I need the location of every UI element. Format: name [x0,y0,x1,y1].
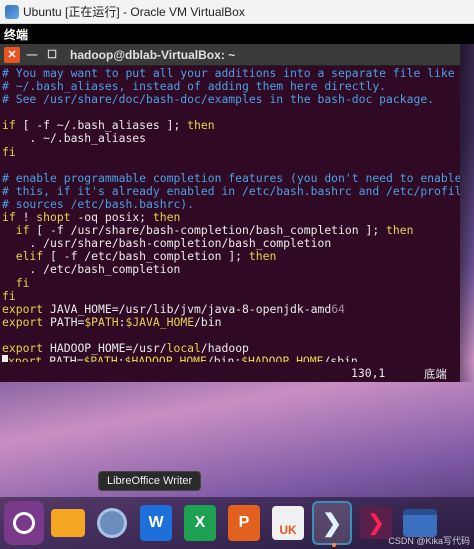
terminal-token: PATH [42,354,77,362]
terminal-token: $PATH [84,314,119,329]
terminal-token: /hadoop [200,340,249,355]
terminal-token: $HADOOP_HOME [241,354,324,362]
impress-dock-item[interactable]: P [224,501,264,545]
terminal-chevron-icon: ❯ [321,509,343,537]
terminal-line: . ~/.bash_aliases [2,132,460,145]
terminal-token: export [2,301,44,316]
vim-status-line: 130,1 底端 [0,362,460,382]
terminal-token: if [2,118,16,133]
terminal-token: . /etc/bash_completion [2,262,181,277]
terminal-token: [ -f ~/.bash_aliases ]; [15,118,188,133]
terminal-token: [ -f /usr/share/bash-completion/bash_com… [29,223,387,238]
terminal-token: fi [2,144,16,159]
folder-icon [51,509,85,537]
terminal-token: fi [2,288,16,303]
terminal-token: PATH [43,314,78,329]
browser-icon [97,508,127,538]
terminal-token: /bin: [206,354,242,362]
watermark: CSDN @Kika写代码 [388,536,470,546]
terminal-token: # See /usr/share/doc/bash-doc/examples i… [2,92,435,107]
terminal-token: # this, if it's already enabled in /etc/… [2,183,460,198]
terminal-token: $PATH [83,354,118,362]
terminal-token: # You may want to put all your additions… [2,66,455,80]
window-title: Ubuntu [正在运行] - Oracle VM VirtualBox [23,5,245,19]
terminal-token: . /usr/share/bash-completion/bash_comple… [2,236,332,251]
terminal-token: HADOOP_HOME [43,340,126,355]
ubuntu-dock-item[interactable] [4,501,44,545]
virtualbox-title-bar: Ubuntu [正在运行] - Oracle VM VirtualBox [0,0,474,24]
terminal-window: ✕ — ☐ hadoop@dblab-VirtualBox: ~ # You m… [0,44,460,382]
terminal-token: : [117,354,125,362]
terminal-token: then [386,223,414,238]
impress-icon: P [228,505,260,541]
terminal-token: elif [15,249,44,264]
active-app-name[interactable]: 终端 [4,26,28,43]
scroll-position: 底端 [424,367,447,381]
terminal-header: ✕ — ☐ hadoop@dblab-VirtualBox: ~ [0,44,460,66]
terminal-token: /bin [194,314,222,329]
terminal-token: 64 [331,301,345,316]
ubuntu-logo-icon [13,512,35,534]
ubuntu-top-bar: 终端 [0,24,474,44]
terminal-line: fi [2,275,460,290]
terminal-token: $HADOOP_HOME [124,354,207,362]
terminal-token: [ -f /etc/bash_completion ]; [43,249,249,264]
terminal-token: ! [15,210,37,225]
maximize-icon[interactable]: ☐ [44,47,60,63]
terminal-token: fi [15,275,30,290]
browser-dock-item[interactable] [92,501,132,545]
app-window-icon [403,509,437,537]
terminal-token: if [2,210,16,225]
terminal-dock-item-active[interactable]: ❯ [312,501,352,547]
terminal-token: # ~/.bash_aliases, instead of adding the… [2,79,387,94]
terminal-text-area[interactable]: # You may want to put all your additions… [0,66,460,362]
terminal-line: export PATH=$PATH:$JAVA_HOME/bin [2,314,460,329]
terminal-token: if [15,223,30,238]
terminal-token: # sources /etc/bash.bashrc). [2,196,195,211]
terminal-line: . /etc/bash_completion [2,263,460,276]
terminal-token: $JAVA_HOME [125,314,195,329]
calc-dock-item[interactable]: X [180,501,220,545]
writer-dock-item[interactable]: W [136,501,176,545]
terminal-line: # See /usr/share/doc/bash-doc/examples i… [2,93,460,106]
writer-icon: W [140,505,172,541]
terminal-token: shopt [36,210,71,225]
close-icon[interactable]: ✕ [4,46,20,63]
terminal-token: -oq posix; [70,210,153,225]
window-shadow [460,44,474,382]
software-store-icon: UK [272,506,304,540]
dock-tooltip: LibreOffice Writer [98,471,202,491]
terminal-token: then [187,118,215,133]
terminal-token: export [2,314,44,329]
terminal-token: local [166,340,201,355]
terminal-token: then [248,249,277,264]
terminal-title: hadoop@dblab-VirtualBox: ~ [70,47,236,62]
minimize-icon[interactable]: — [24,47,40,63]
terminal-chevron-icon: ❯ [360,507,392,539]
virtualbox-app-icon [5,4,19,19]
terminal-token: /sbin [323,354,358,362]
cursor-position: 130,1 [351,366,386,380]
terminal-line: xport PATH=$PATH:$HADOOP_HOME/bin:$HADOO… [2,355,460,362]
terminal-line: fi [2,144,460,159]
terminal-token: then [152,210,181,225]
terminal-token: # enable programmable completion feature… [2,170,460,185]
terminal-token: =/usr/lib/jvm/java-8-openjdk-amd [111,301,332,316]
files-dock-item[interactable] [48,501,88,545]
calc-icon: X [184,505,216,541]
terminal-token: JAVA_HOME [43,301,112,316]
terminal-token: . ~/.bash_aliases [2,131,147,146]
software-dock-item[interactable]: UK [268,501,308,545]
terminal-token: export [2,340,44,355]
terminal-token: xport [8,354,43,362]
running-indicator [332,543,336,547]
terminal-token: =/usr/ [125,340,167,355]
